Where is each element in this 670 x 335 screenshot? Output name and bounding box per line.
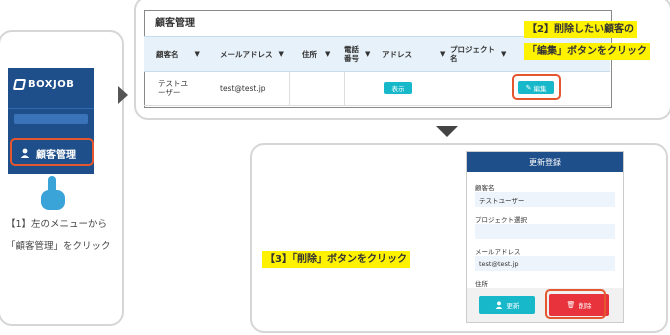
- sort-arrow-icon: ▼: [440, 49, 446, 58]
- arrow-right-icon: [118, 86, 128, 104]
- sort-arrow-icon: ▼: [194, 49, 200, 58]
- col-header-phone[interactable]: 電話 番号 ▼: [344, 37, 380, 71]
- col-header-address[interactable]: アドレス ▼: [382, 37, 452, 71]
- update-button[interactable]: 更新: [479, 296, 535, 314]
- step2-note-line2: 「編集」ボタンをクリック: [524, 43, 650, 60]
- sort-arrow-icon: ▼: [325, 49, 331, 58]
- sort-arrow-icon: ▼: [278, 49, 284, 58]
- cell-divider: [344, 71, 345, 105]
- sort-arrow-icon: ▼: [365, 49, 371, 58]
- cell-divider: [289, 71, 290, 105]
- show-button[interactable]: 表示: [384, 82, 412, 94]
- sidebar-divider: [8, 108, 94, 109]
- delete-button-highlight: [545, 289, 606, 319]
- menu-item-highlight: [10, 138, 94, 166]
- customer-name-field[interactable]: テストユーザー: [475, 192, 615, 207]
- step1-caption: 【1】左のメニューから 「顧客管理」をクリック: [6, 219, 111, 252]
- col-header-name[interactable]: 顧客名 ▼: [156, 37, 216, 71]
- col-header-project[interactable]: プロジェクト 名 ▼: [450, 37, 520, 71]
- user-icon: [495, 301, 502, 309]
- project-select-label: プロジェクト選択: [475, 216, 527, 224]
- page-title: 顧客管理: [155, 18, 195, 29]
- sidebar-collapse-bar[interactable]: [14, 114, 88, 124]
- cell-name: テストユ ーザー: [158, 79, 188, 97]
- customer-name-label: 顧客名: [475, 184, 495, 192]
- cell-email: test@test.jp: [220, 83, 266, 93]
- step2-note-line1: 【2】削除したい顧客の: [524, 21, 637, 38]
- logo-mark-icon: [12, 78, 27, 90]
- project-select-field[interactable]: [475, 224, 615, 239]
- dialog-title: 更新登録: [467, 152, 623, 172]
- address-label: 住所: [475, 280, 488, 288]
- sort-arrow-icon: ▼: [501, 49, 507, 58]
- col-header-region[interactable]: 住所 ▼: [302, 37, 340, 71]
- logo-text: BOXJOB: [28, 78, 75, 90]
- app-logo: BOXJOB: [12, 77, 88, 91]
- email-field[interactable]: test@test.jp: [475, 256, 615, 271]
- email-label: メールアドレス: [475, 248, 521, 256]
- col-header-email[interactable]: メールアドレス ▼: [220, 37, 300, 71]
- arrow-down-icon: [436, 126, 458, 137]
- pointing-hand-icon: [41, 176, 65, 210]
- step3-note: 【3】「削除」ボタンをクリック: [262, 251, 410, 268]
- edit-button-highlight: [512, 74, 561, 100]
